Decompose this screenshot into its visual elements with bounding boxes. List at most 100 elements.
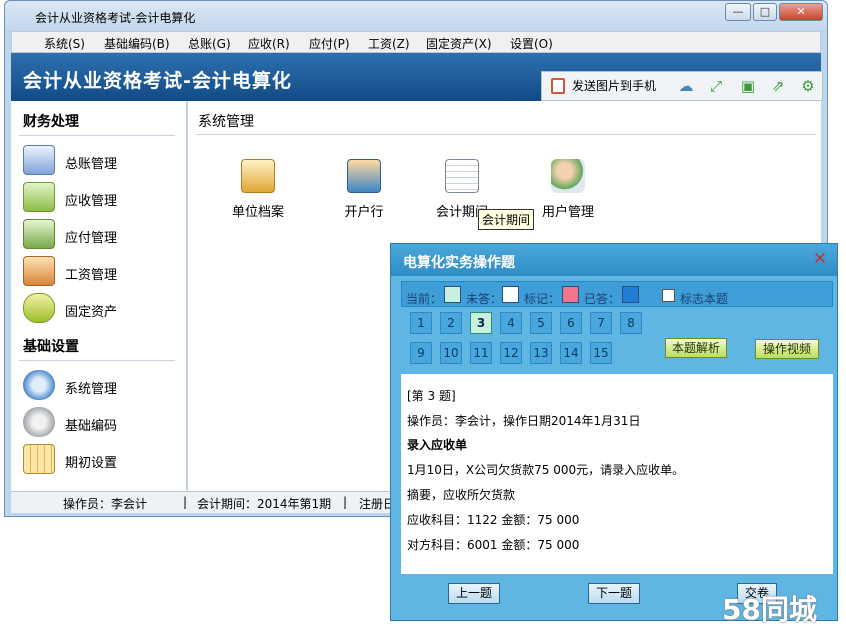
phone-icon bbox=[551, 78, 565, 94]
expand-icon[interactable]: ⤢ bbox=[706, 76, 726, 96]
tooltip: 会计期间 bbox=[478, 209, 535, 230]
next-question-button[interactable]: 下一题 bbox=[588, 583, 640, 604]
question-number: [第 3 题] bbox=[407, 389, 456, 403]
question-number-button[interactable]: 5 bbox=[530, 312, 552, 334]
module-bank[interactable]: 开户行 bbox=[324, 159, 404, 220]
menu-receivables[interactable]: 应收(R) bbox=[248, 35, 290, 52]
export-icon[interactable]: ⇗ bbox=[768, 76, 788, 96]
status-divider: | bbox=[183, 495, 188, 509]
question-number-button[interactable]: 13 bbox=[530, 342, 552, 364]
calendar-clock-icon bbox=[445, 159, 479, 193]
legend-answered-label: 已答： bbox=[584, 292, 621, 306]
question-number-button[interactable]: 9 bbox=[410, 342, 432, 364]
dialog-title: 电算化实务操作题 bbox=[403, 255, 515, 271]
ledger-book-icon bbox=[23, 145, 55, 175]
sidebar-item-payables[interactable]: 应付管理 bbox=[23, 219, 173, 251]
question-summary: 摘要，应收所欠货款 bbox=[407, 488, 516, 502]
sidebar-item-label: 应付管理 bbox=[65, 231, 118, 246]
module-user-management[interactable]: 用户管理 bbox=[528, 159, 608, 220]
close-button[interactable]: ✕ bbox=[779, 3, 823, 21]
question-number-button[interactable]: 12 bbox=[500, 342, 522, 364]
cloud-icon[interactable]: ☁ bbox=[676, 76, 696, 96]
sidebar-item-basic-codes[interactable]: 基础编码 bbox=[23, 407, 173, 439]
sidebar-item-label: 应收管理 bbox=[65, 194, 118, 209]
question-number-button[interactable]: 10 bbox=[440, 342, 462, 364]
question-number-button[interactable]: 4 bbox=[500, 312, 522, 334]
cog-icon bbox=[23, 407, 55, 437]
operation-video-button[interactable]: 操作视频 bbox=[755, 339, 819, 359]
divider bbox=[19, 360, 175, 361]
question-debit: 应收科目：1122 金额：75 000 bbox=[407, 513, 580, 527]
question-number-button[interactable]: 11 bbox=[470, 342, 492, 364]
legend-marked-swatch bbox=[562, 286, 579, 303]
maximize-button[interactable]: □ bbox=[753, 3, 777, 21]
legend-marked-label: 标记： bbox=[524, 292, 561, 306]
sidebar-item-fixed-assets[interactable]: 固定资产 bbox=[23, 293, 173, 325]
app-header: 会计从业资格考试-会计电算化 发送图片到手机 ☁ ⤢ ▣ ⇗ ⚙ bbox=[11, 53, 823, 101]
module-company-profile[interactable]: 单位档案 bbox=[218, 159, 298, 220]
question-number-button[interactable]: 8 bbox=[620, 312, 642, 334]
question-number-button[interactable]: 3 bbox=[470, 312, 492, 334]
gear-icon bbox=[23, 370, 55, 400]
sidebar-item-label: 工资管理 bbox=[65, 268, 118, 283]
spreadsheet-icon bbox=[23, 444, 55, 474]
bank-card-icon bbox=[347, 159, 381, 193]
question-credit: 对方科目：6001 金额：75 000 bbox=[407, 538, 580, 552]
previous-question-button[interactable]: 上一题 bbox=[448, 583, 500, 604]
send-to-phone-button[interactable]: 发送图片到手机 bbox=[546, 75, 664, 97]
menu-basic-codes[interactable]: 基础编码(B) bbox=[104, 35, 170, 52]
status-divider: | bbox=[343, 495, 348, 509]
menu-payroll[interactable]: 工资(Z) bbox=[368, 35, 410, 52]
divider bbox=[196, 134, 816, 135]
sidebar-item-label: 固定资产 bbox=[65, 305, 118, 320]
question-number-button[interactable]: 6 bbox=[560, 312, 582, 334]
sidebar-item-payroll[interactable]: 工资管理 bbox=[23, 256, 173, 288]
sidebar-item-label: 基础编码 bbox=[65, 419, 118, 434]
settings-icon[interactable]: ⚙ bbox=[798, 76, 818, 96]
section-finance-heading: 财务处理 bbox=[23, 114, 79, 130]
send-to-phone-label: 发送图片到手机 bbox=[572, 79, 657, 93]
sidebar-item-receivables[interactable]: 应收管理 bbox=[23, 182, 173, 214]
sidebar: 财务处理 总账管理 应收管理 应付管理 工资管理 固定资产 基础设置 系统管理 bbox=[11, 101, 187, 491]
minimize-button[interactable]: — bbox=[725, 3, 751, 21]
basket-icon bbox=[23, 293, 55, 323]
legend-current-label: 当前： bbox=[406, 292, 443, 306]
flag-question-label: 标志本题 bbox=[680, 292, 729, 306]
app-title: 会计从业资格考试-会计电算化 bbox=[23, 70, 292, 92]
question-number-button[interactable]: 2 bbox=[440, 312, 462, 334]
dialog-close-icon[interactable]: ✕ bbox=[811, 250, 829, 268]
sidebar-item-system-management[interactable]: 系统管理 bbox=[23, 370, 173, 402]
question-number-button[interactable]: 7 bbox=[590, 312, 612, 334]
module-label: 单位档案 bbox=[231, 205, 284, 220]
question-text: 1月10日，X公司欠货款75 000元，请录入应收单。 bbox=[407, 463, 685, 477]
watermark-logo: 58同城 bbox=[722, 593, 817, 626]
sidebar-item-label: 期初设置 bbox=[65, 456, 118, 471]
menu-system[interactable]: 系统(S) bbox=[44, 35, 85, 52]
legend-unanswered-swatch bbox=[502, 286, 519, 303]
sidebar-item-label: 系统管理 bbox=[65, 382, 118, 397]
question-heading: 录入应收单 bbox=[407, 438, 468, 452]
status-period: 会计期间：2014年第1期 bbox=[197, 497, 332, 511]
menu-fixed-assets[interactable]: 固定资产(X) bbox=[426, 35, 492, 52]
money-icon bbox=[23, 182, 55, 212]
menu-ledger[interactable]: 总账(G) bbox=[188, 35, 231, 52]
menu-settings[interactable]: 设置(O) bbox=[510, 35, 553, 52]
module-label: 开户行 bbox=[344, 205, 384, 220]
menu-payables[interactable]: 应付(P) bbox=[309, 35, 350, 52]
title-bar: 会计从业资格考试-会计电算化 — □ ✕ bbox=[5, 1, 827, 31]
menu-bar: 系统(S) 基础编码(B) 总账(G) 应收(R) 应付(P) 工资(Z) 固定… bbox=[11, 31, 821, 53]
question-number-button[interactable]: 1 bbox=[410, 312, 432, 334]
status-operator: 操作员：李会计 bbox=[63, 497, 148, 511]
flag-question-checkbox[interactable] bbox=[662, 289, 675, 302]
sidebar-item-opening-setup[interactable]: 期初设置 bbox=[23, 444, 173, 476]
question-number-button[interactable]: 15 bbox=[590, 342, 612, 364]
page-title: 系统管理 bbox=[198, 114, 254, 130]
analysis-button[interactable]: 本题解析 bbox=[665, 338, 727, 358]
practice-dialog: 电算化实务操作题 ✕ 当前： 未答： 标记： 已答： 标志本题 12345678… bbox=[390, 243, 838, 621]
section-basic-setup-heading: 基础设置 bbox=[23, 339, 79, 355]
sidebar-item-general-ledger[interactable]: 总账管理 bbox=[23, 145, 173, 177]
question-info: 操作员：李会计，操作日期2014年1月31日 bbox=[407, 414, 641, 428]
question-number-button[interactable]: 14 bbox=[560, 342, 582, 364]
payroll-card-icon bbox=[23, 256, 55, 286]
save-icon[interactable]: ▣ bbox=[738, 76, 758, 96]
